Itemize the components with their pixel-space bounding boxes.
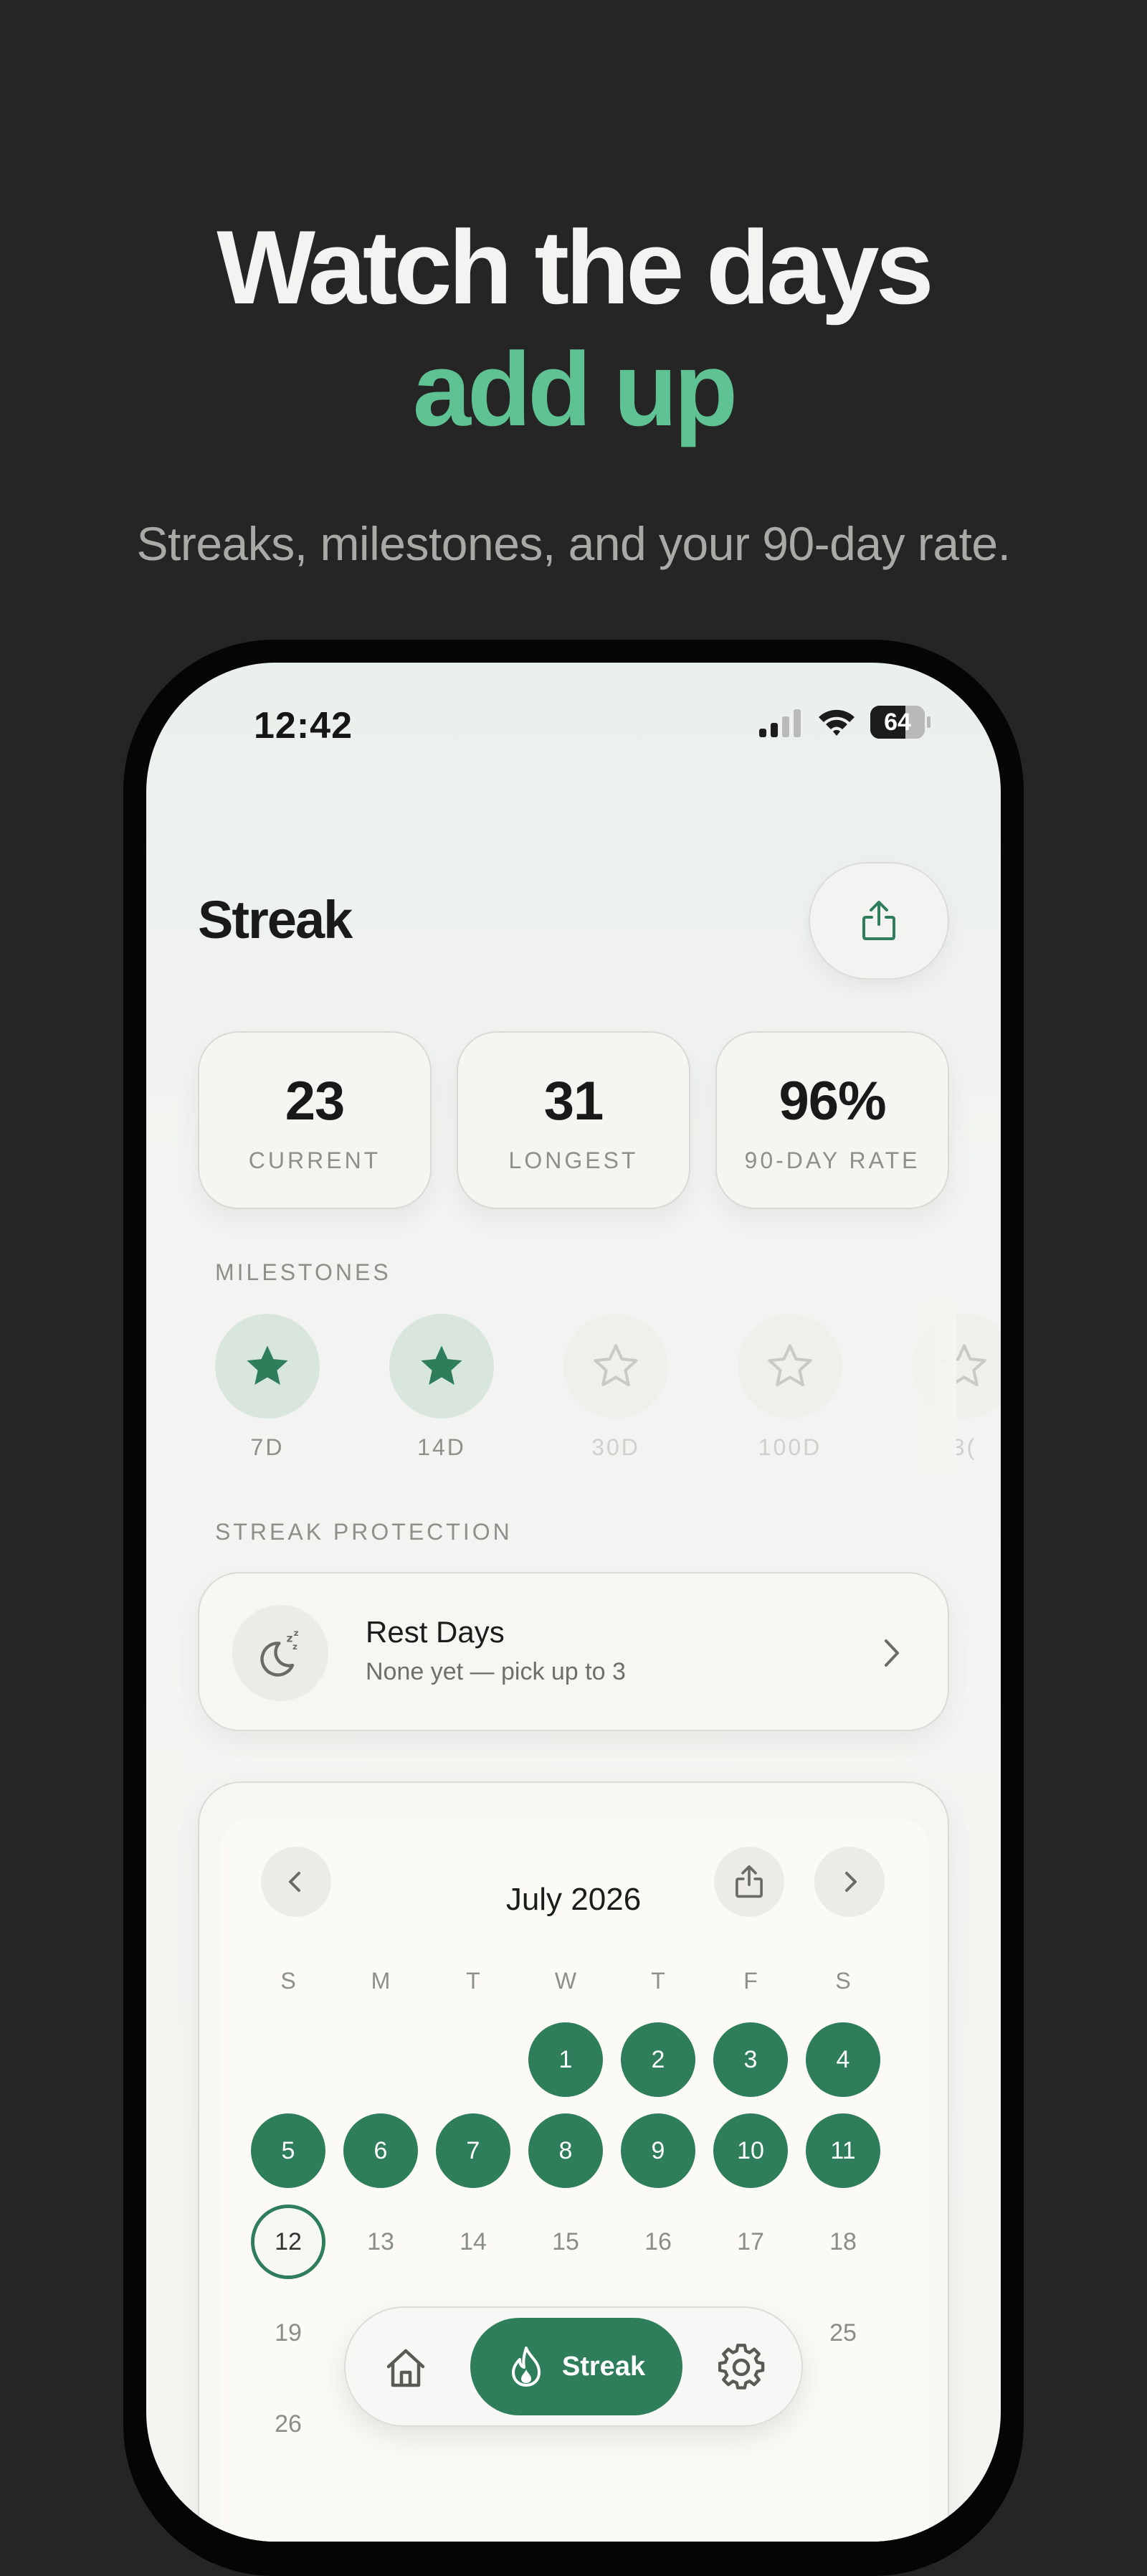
stat-label: LONGEST [508, 1147, 639, 1173]
gear-icon[interactable] [718, 2344, 766, 2391]
stat-label: CURRENT [248, 1147, 381, 1173]
milestone-label: 100D [758, 1434, 822, 1460]
calendar-day[interactable]: 9 [621, 2113, 695, 2188]
weekday-label: S [280, 1968, 296, 1994]
battery-indicator: 64 [870, 706, 931, 739]
cellular-signal-icon [759, 709, 801, 737]
moon-sleep-icon: z z z [260, 1629, 299, 1677]
calendar-day[interactable]: 17 [713, 2205, 788, 2279]
calendar-day[interactable]: 7 [436, 2113, 510, 2188]
milestone-label: 14D [417, 1434, 466, 1460]
weekday-label: T [651, 1968, 665, 1994]
stat-card-current: 23 CURRENT [198, 1031, 432, 1209]
calendar-day[interactable]: 4 [806, 2022, 880, 2097]
stat-value: 96% [779, 1071, 886, 1132]
share-icon [862, 901, 895, 940]
weekday-label: F [743, 1968, 758, 1994]
milestones-section-label: MILESTONES [215, 1259, 391, 1285]
share-icon [736, 1865, 763, 1898]
calendar-day[interactable]: 1 [528, 2022, 603, 2097]
calendar-share-button[interactable] [714, 1847, 784, 1917]
calendar-day[interactable]: 13 [343, 2205, 418, 2279]
next-month-button[interactable] [814, 1847, 885, 1917]
tab-streak-label: Streak [561, 2351, 646, 2382]
milestone-30d[interactable] [563, 1314, 668, 1419]
stat-card-90-day-rate: 96% 90-DAY RATE [715, 1031, 949, 1209]
weekday-label: W [554, 1968, 577, 1994]
hero-title-line1: Watch the days [216, 209, 934, 326]
weekday-label: M [371, 1968, 391, 1994]
rest-days-title: Rest Days [366, 1615, 505, 1649]
weekday-label: S [835, 1968, 851, 1994]
milestone-100d[interactable] [738, 1314, 842, 1419]
star-outline-icon [768, 1344, 812, 1386]
flame-icon [511, 2347, 541, 2387]
protection-section-label: STREAK PROTECTION [215, 1519, 513, 1545]
status-time: 12:42 [254, 705, 353, 747]
calendar-day[interactable]: 2 [621, 2022, 695, 2097]
calendar-day[interactable]: 18 [806, 2205, 880, 2279]
calendar-day[interactable]: 8 [528, 2113, 603, 2188]
calendar-day[interactable]: 14 [436, 2205, 510, 2279]
page-title: Streak [198, 890, 353, 950]
stat-value: 31 [543, 1071, 604, 1132]
stat-value: 23 [285, 1071, 346, 1132]
star-outline-icon [594, 1344, 638, 1386]
calendar-day[interactable]: 10 [713, 2113, 788, 2188]
calendar-day[interactable]: 26 [251, 2387, 325, 2461]
calendar-day[interactable]: 16 [621, 2205, 695, 2279]
milestone-label: 30D [591, 1434, 640, 1460]
calendar-day[interactable]: 15 [528, 2205, 603, 2279]
tab-streak[interactable]: Streak [470, 2318, 682, 2415]
calendar-day[interactable]: 6 [343, 2113, 418, 2188]
calendar-day[interactable]: 3 [713, 2022, 788, 2097]
milestone-7d[interactable] [215, 1314, 320, 1419]
stat-label: 90-DAY RATE [744, 1147, 920, 1173]
calendar-day[interactable]: 19 [251, 2296, 325, 2370]
calendar-day-today[interactable]: 12 [251, 2205, 325, 2279]
rest-days-icon-wrap: z z z [232, 1605, 328, 1701]
milestones-fade [892, 1301, 956, 1473]
chevron-right-icon [885, 1639, 899, 1667]
hero-title-line2: add up [412, 331, 738, 448]
svg-text:z: z [292, 1642, 298, 1652]
star-icon [247, 1345, 288, 1385]
home-icon[interactable] [383, 2345, 429, 2391]
share-button[interactable] [809, 862, 949, 980]
calendar-day[interactable]: 25 [806, 2296, 880, 2370]
phone-screen: 12:42 64 Streak 23 CURRENT 31 LONGEST 96… [146, 663, 1001, 2542]
milestone-14d[interactable] [389, 1314, 494, 1419]
wifi-icon [819, 709, 855, 736]
rest-days-subtitle: None yet — pick up to 3 [366, 1658, 626, 1685]
hero-subtitle: Streaks, milestones, and your 90-day rat… [136, 517, 1011, 570]
stat-card-longest: 31 LONGEST [457, 1031, 690, 1209]
tab-bar: Streak [344, 2306, 803, 2427]
calendar-day[interactable]: 5 [251, 2113, 325, 2188]
milestone-label: 7D [250, 1434, 285, 1460]
battery-percent: 64 [884, 709, 911, 736]
calendar-day[interactable]: 11 [806, 2113, 880, 2188]
weekday-label: T [466, 1968, 480, 1994]
chevron-right-icon [845, 1872, 857, 1892]
star-icon [421, 1345, 462, 1385]
rest-days-row[interactable]: z z z Rest Days None yet — pick up to 3 [198, 1572, 949, 1731]
svg-text:z: z [294, 1629, 299, 1638]
